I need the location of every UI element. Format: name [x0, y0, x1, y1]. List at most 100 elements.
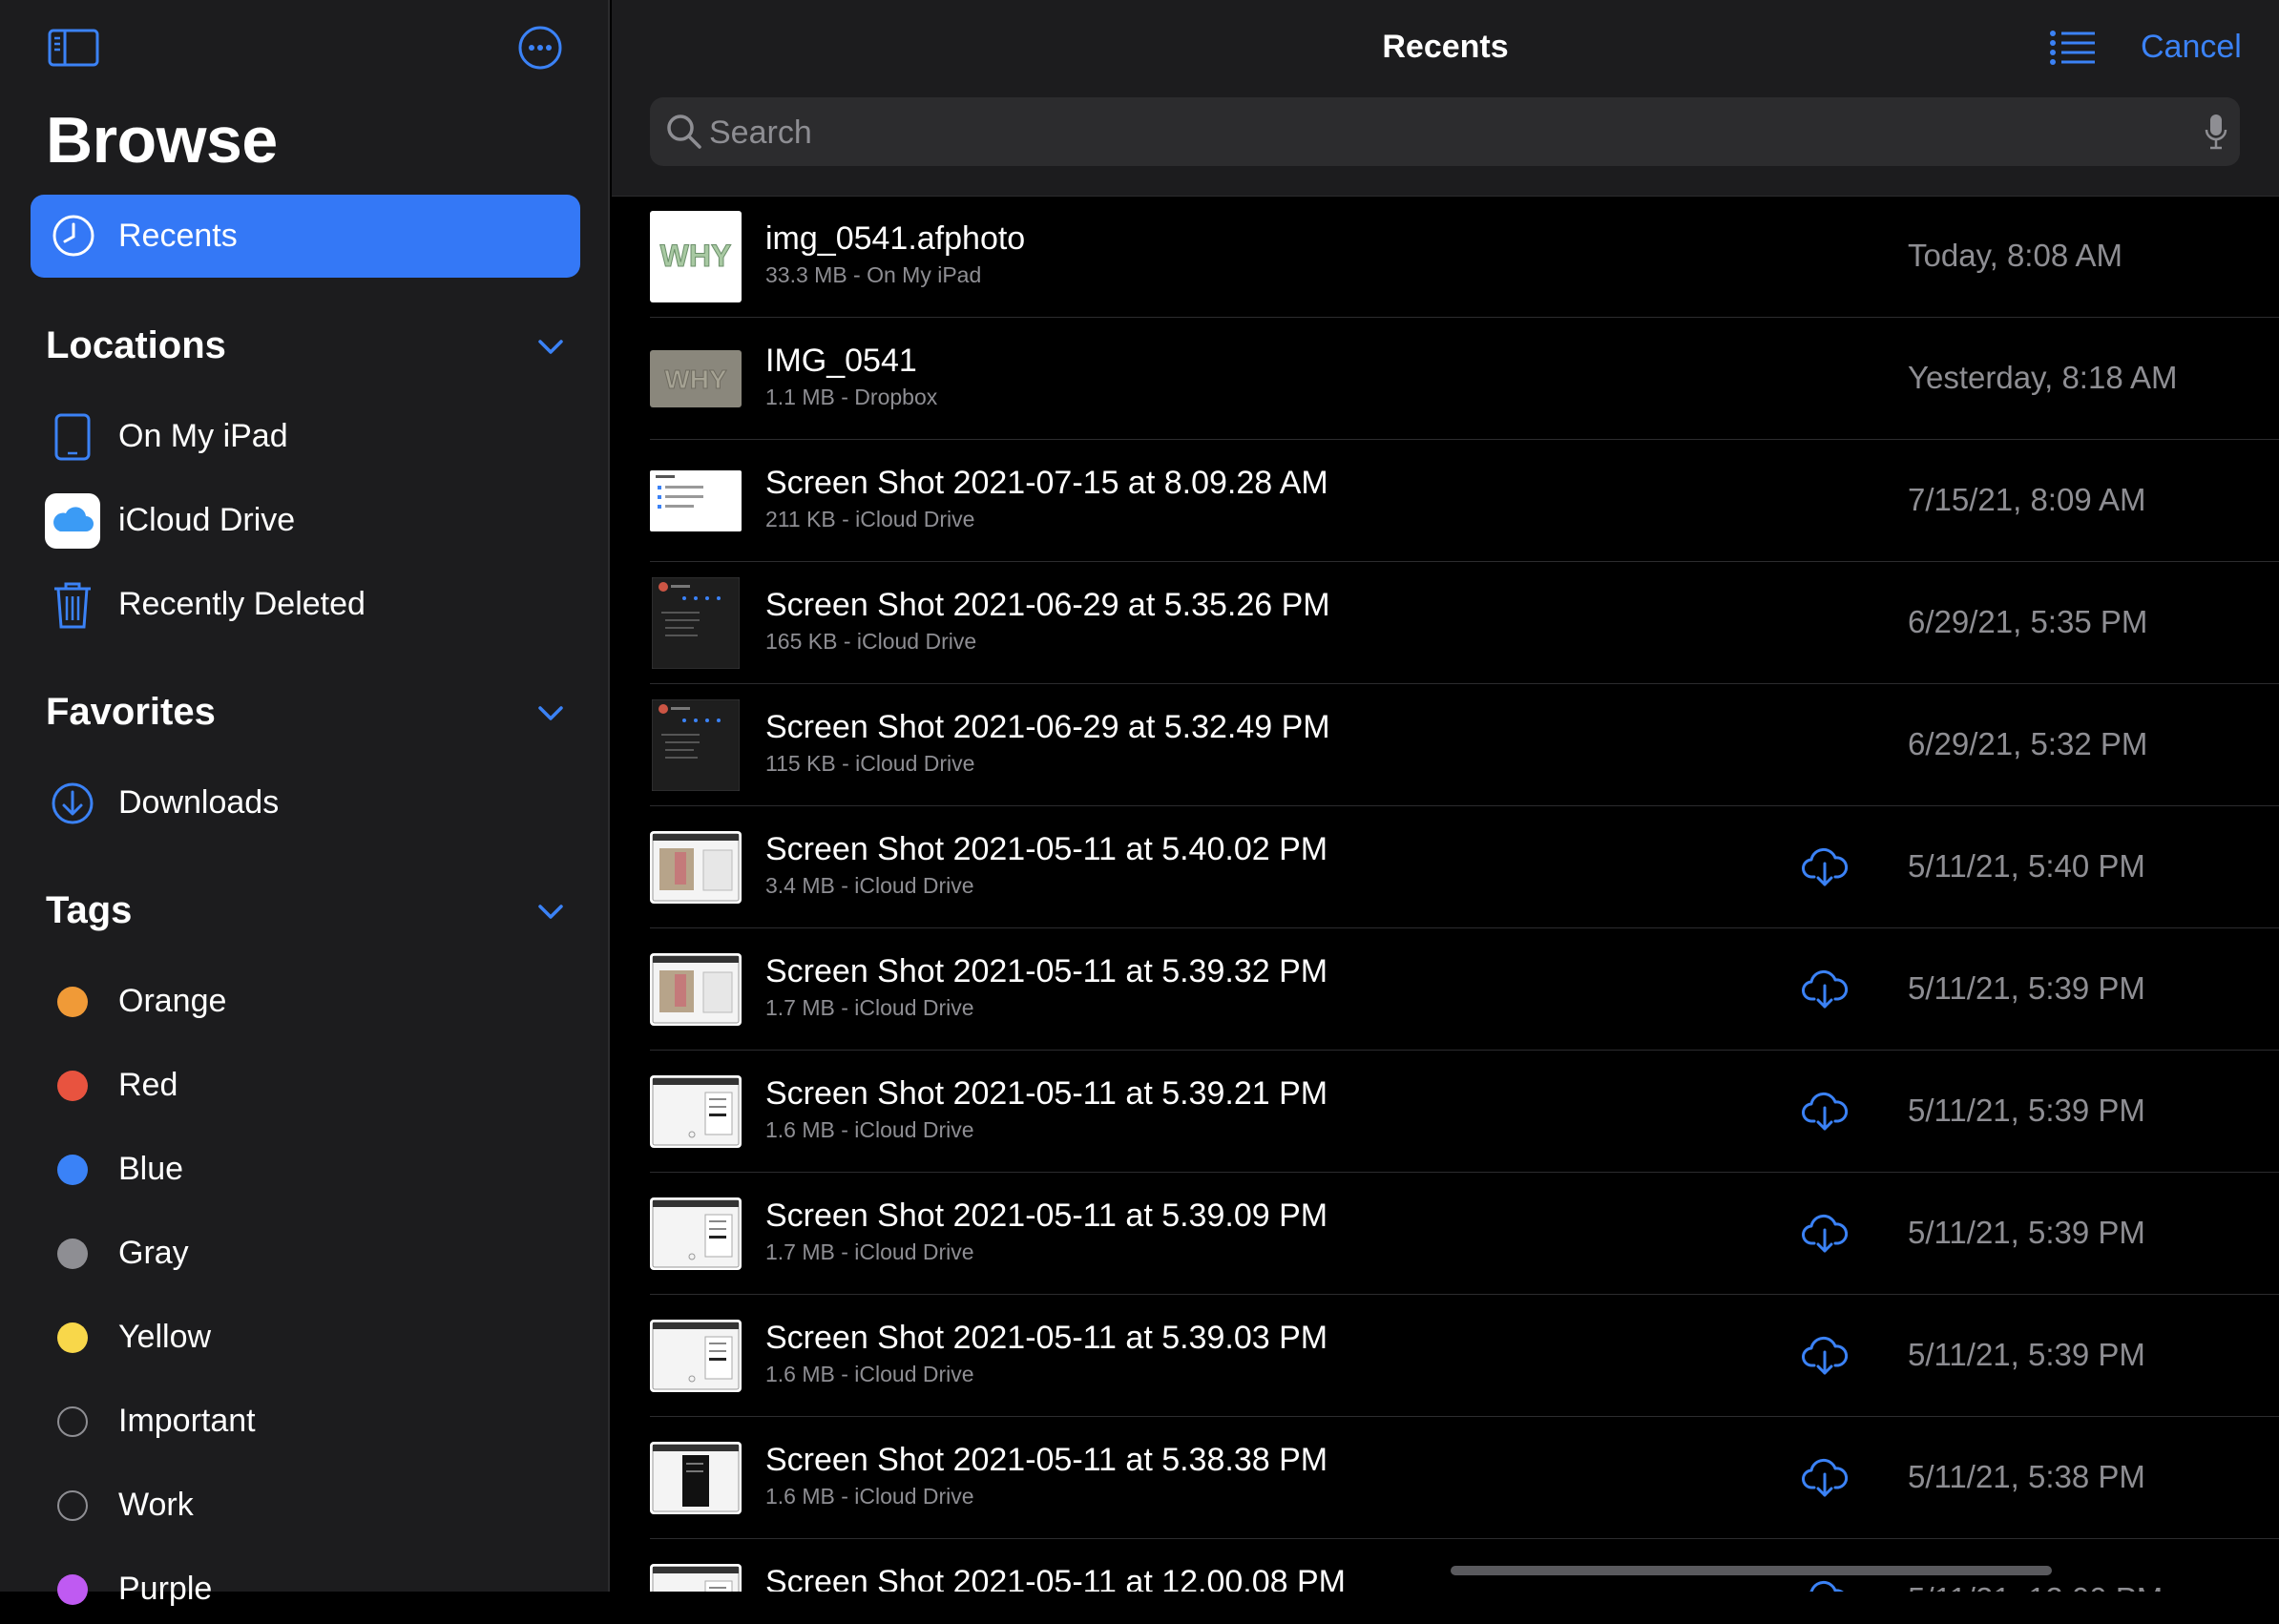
sidebar: Browse Recents Locations On My iPad iClo… [0, 0, 610, 1607]
file-meta: 1.6 MB - iCloud Drive [765, 1117, 974, 1142]
file-thumbnail [650, 822, 742, 913]
sidebar-item-label: Recently Deleted [118, 586, 366, 622]
main-content: Recents Cancel WHYimg_05 [612, 0, 2279, 1592]
file-date: 5/11/21, 5:39 PM [1908, 1337, 2145, 1372]
sidebar-item-recently-deleted[interactable]: Recently Deleted [42, 569, 576, 639]
search-icon [667, 115, 701, 149]
cloud-download-icon[interactable] [1801, 1455, 1849, 1499]
tag-empty-circle-icon [57, 1490, 88, 1521]
file-name: Screen Shot 2021-05-11 at 12.00.08 PM [765, 1564, 1346, 1592]
file-meta: 1.1 MB - Dropbox [765, 385, 938, 409]
file-row[interactable]: Screen Shot 2021-06-29 at 5.32.49 PM 115 … [612, 684, 2279, 806]
file-name: Screen Shot 2021-06-29 at 5.32.49 PM [765, 709, 1330, 745]
file-row[interactable]: Screen Shot 2021-05-11 at 5.39.21 PM 1.6 … [612, 1051, 2279, 1173]
search-input[interactable] [707, 109, 2143, 156]
file-meta: 115 KB - iCloud Drive [765, 751, 975, 776]
sidebar-item-label: Red [118, 1067, 178, 1103]
file-meta: 165 KB - iCloud Drive [765, 629, 977, 654]
sidebar-item-icloud-drive[interactable]: iCloud Drive [42, 485, 576, 555]
scroll-indicator[interactable] [1451, 1566, 2052, 1575]
file-row[interactable]: WHY img_0541.afphoto 33.3 MB - On My iPad T… [612, 196, 2279, 318]
sidebar-tag-gray[interactable]: Gray [42, 1218, 576, 1288]
sidebar-item-label: Purple [118, 1571, 213, 1607]
file-meta: 1.7 MB - iCloud Drive [765, 995, 974, 1020]
more-options-icon[interactable] [517, 25, 563, 71]
sidebar-item-label: On My iPad [118, 418, 288, 454]
trash-icon [54, 582, 91, 629]
tag-color-dot [57, 1574, 88, 1605]
cloud-download-icon[interactable] [1801, 1577, 1849, 1592]
file-thumbnail [650, 455, 742, 547]
file-row[interactable]: Screen Shot 2021-06-29 at 5.35.26 PM 165 … [612, 562, 2279, 684]
sidebar-tag-red[interactable]: Red [42, 1050, 576, 1120]
file-date: 5/11/21, 5:39 PM [1908, 1093, 2145, 1128]
file-name: Screen Shot 2021-05-11 at 5.39.21 PM [765, 1075, 1328, 1112]
sidebar-tag-yellow[interactable]: Yellow [42, 1301, 576, 1372]
svg-text:WHY: WHY [660, 239, 732, 273]
file-meta: 33.3 MB - On My iPad [765, 262, 982, 287]
file-row[interactable]: Screen Shot 2021-05-11 at 5.39.09 PM 1.7 … [612, 1173, 2279, 1295]
sidebar-item-label: iCloud Drive [118, 502, 296, 538]
tag-color-dot [57, 1239, 88, 1269]
sidebar-item-label: Yellow [118, 1319, 212, 1355]
sidebar-tag-purple[interactable]: Purple [42, 1553, 576, 1624]
page-title: Recents [1382, 29, 1509, 65]
sidebar-item-label: Downloads [118, 784, 280, 821]
chevron-down-icon[interactable] [536, 698, 565, 727]
file-thumbnail [650, 1188, 742, 1280]
list-view-icon[interactable] [2049, 29, 2097, 67]
tags-heading[interactable]: Tags [46, 889, 132, 932]
search-bar[interactable] [650, 97, 2240, 166]
sidebar-item-downloads[interactable]: Downloads [42, 767, 576, 838]
tag-color-dot [57, 987, 88, 1017]
chevron-down-icon[interactable] [536, 332, 565, 361]
cloud-download-icon[interactable] [1801, 1333, 1849, 1377]
file-thumbnail [650, 1432, 742, 1524]
file-thumbnail [650, 699, 742, 791]
sidebar-toggle-icon[interactable] [48, 29, 99, 67]
file-thumbnail [650, 1066, 742, 1157]
cancel-button[interactable]: Cancel [2141, 29, 2242, 66]
file-name: IMG_0541 [765, 343, 917, 379]
file-row[interactable]: Screen Shot 2021-05-11 at 5.39.03 PM 1.6 … [612, 1295, 2279, 1417]
sidebar-item-recents[interactable]: Recents [31, 195, 580, 278]
microphone-icon[interactable] [2204, 113, 2228, 151]
file-date: Today, 8:08 AM [1908, 238, 2123, 273]
file-date: 5/11/21, 5:38 PM [1908, 1459, 2145, 1494]
icloud-icon [45, 493, 100, 549]
file-meta: 1.6 MB - iCloud Drive [765, 1362, 974, 1386]
file-name: Screen Shot 2021-05-11 at 5.38.38 PM [765, 1442, 1328, 1478]
sidebar-tag-blue[interactable]: Blue [42, 1134, 576, 1204]
file-date: 5/11/21, 5:40 PM [1908, 848, 2145, 884]
sidebar-item-on-my-ipad[interactable]: On My iPad [42, 401, 576, 471]
favorites-heading[interactable]: Favorites [46, 691, 216, 734]
sidebar-tag-orange[interactable]: Orange [42, 966, 576, 1036]
file-meta: 1.7 MB - iCloud Drive [765, 1239, 974, 1264]
sidebar-item-label: Recents [118, 218, 238, 254]
file-row[interactable]: Screen Shot 2021-05-11 at 5.40.02 PM 3.4 … [612, 806, 2279, 928]
sidebar-tag-important[interactable]: Important [42, 1385, 576, 1456]
download-icon [52, 782, 94, 824]
file-list: WHY img_0541.afphoto 33.3 MB - On My iPad T… [612, 196, 2279, 1592]
file-row[interactable]: WHY IMG_0541 1.1 MB - Dropbox Yesterday, 8:… [612, 318, 2279, 440]
file-date: 7/15/21, 8:09 AM [1908, 482, 2146, 517]
cloud-download-icon[interactable] [1801, 844, 1849, 888]
file-name: Screen Shot 2021-07-15 at 8.09.28 AM [765, 465, 1328, 501]
file-row[interactable]: Screen Shot 2021-05-11 at 5.39.32 PM 1.7 … [612, 928, 2279, 1051]
file-thumbnail [650, 1310, 742, 1402]
file-name: Screen Shot 2021-05-11 at 5.39.03 PM [765, 1320, 1328, 1356]
locations-heading[interactable]: Locations [46, 324, 226, 367]
file-date: 6/29/21, 5:32 PM [1908, 726, 2148, 761]
file-row[interactable]: Screen Shot 2021-05-11 at 5.38.38 PM 1.6 … [612, 1417, 2279, 1539]
chevron-down-icon[interactable] [536, 897, 565, 926]
cloud-download-icon[interactable] [1801, 967, 1849, 1010]
file-row[interactable]: Screen Shot 2021-07-15 at 8.09.28 AM 211 … [612, 440, 2279, 562]
file-thumbnail: WHY [650, 211, 742, 302]
sidebar-tag-work[interactable]: Work [42, 1469, 576, 1540]
cloud-download-icon[interactable] [1801, 1089, 1849, 1133]
file-thumbnail: WHY [650, 333, 742, 425]
clock-icon [52, 215, 94, 257]
tag-color-dot [57, 1322, 88, 1353]
cloud-download-icon[interactable] [1801, 1211, 1849, 1255]
file-name: Screen Shot 2021-05-11 at 5.39.09 PM [765, 1197, 1328, 1234]
